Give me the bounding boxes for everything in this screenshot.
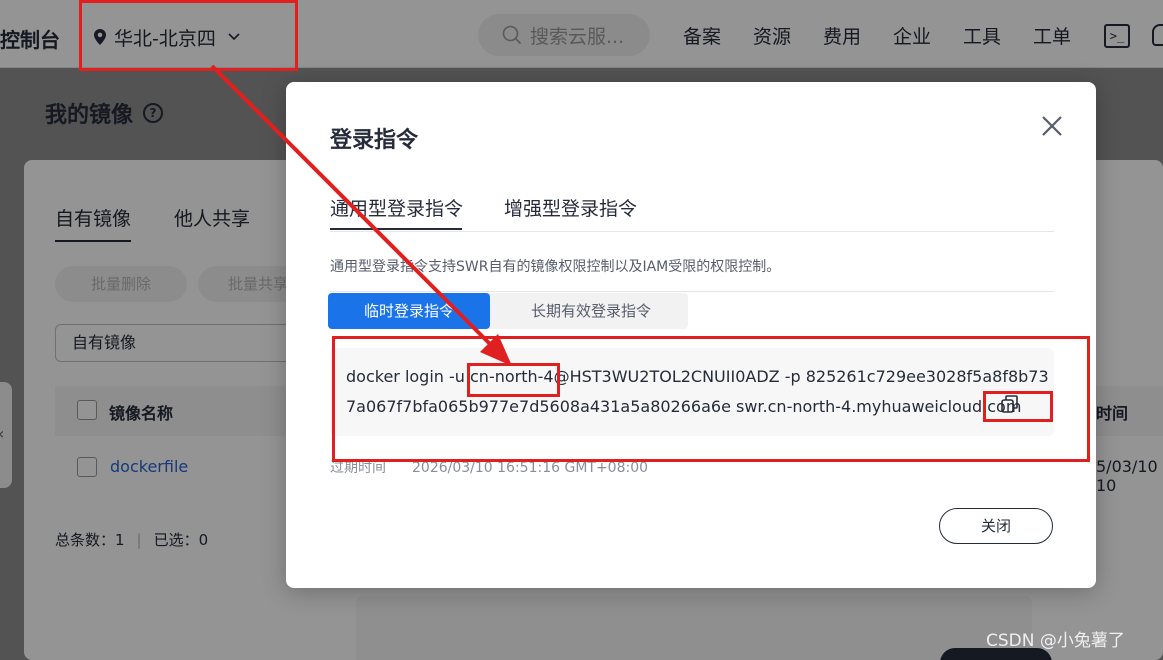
- annotation-command-box: [332, 336, 1090, 462]
- active-tab-indicator: [330, 228, 462, 230]
- tab-general-login[interactable]: 通用型登录指令: [330, 194, 463, 221]
- expire-value: 2026/03/10 16:51:16 GMT+08:00: [412, 460, 649, 476]
- annotation-region-box: [79, 0, 298, 71]
- annotation-region-code-box: [467, 363, 560, 397]
- temporary-login-button[interactable]: 临时登录指令: [328, 293, 490, 329]
- description-divider: [330, 291, 1054, 292]
- close-button[interactable]: 关闭: [939, 508, 1053, 544]
- tab-enhanced-login[interactable]: 增强型登录指令: [504, 194, 637, 221]
- close-icon[interactable]: [1038, 112, 1066, 140]
- dialog-description: 通用型登录指令支持SWR自有的镜像权限控制以及IAM受限的权限控制。: [330, 259, 781, 275]
- csdn-watermark: CSDN @小兔薯了: [986, 631, 1125, 651]
- tab-divider: [330, 231, 1054, 232]
- login-command-dialog: 登录指令 通用型登录指令 增强型登录指令 通用型登录指令支持SWR自有的镜像权限…: [286, 82, 1096, 588]
- dialog-title: 登录指令: [330, 128, 419, 153]
- expire-label: 过期时间: [330, 460, 386, 476]
- annotation-copy-box: [983, 391, 1053, 422]
- long-term-login-button[interactable]: 长期有效登录指令: [494, 293, 688, 329]
